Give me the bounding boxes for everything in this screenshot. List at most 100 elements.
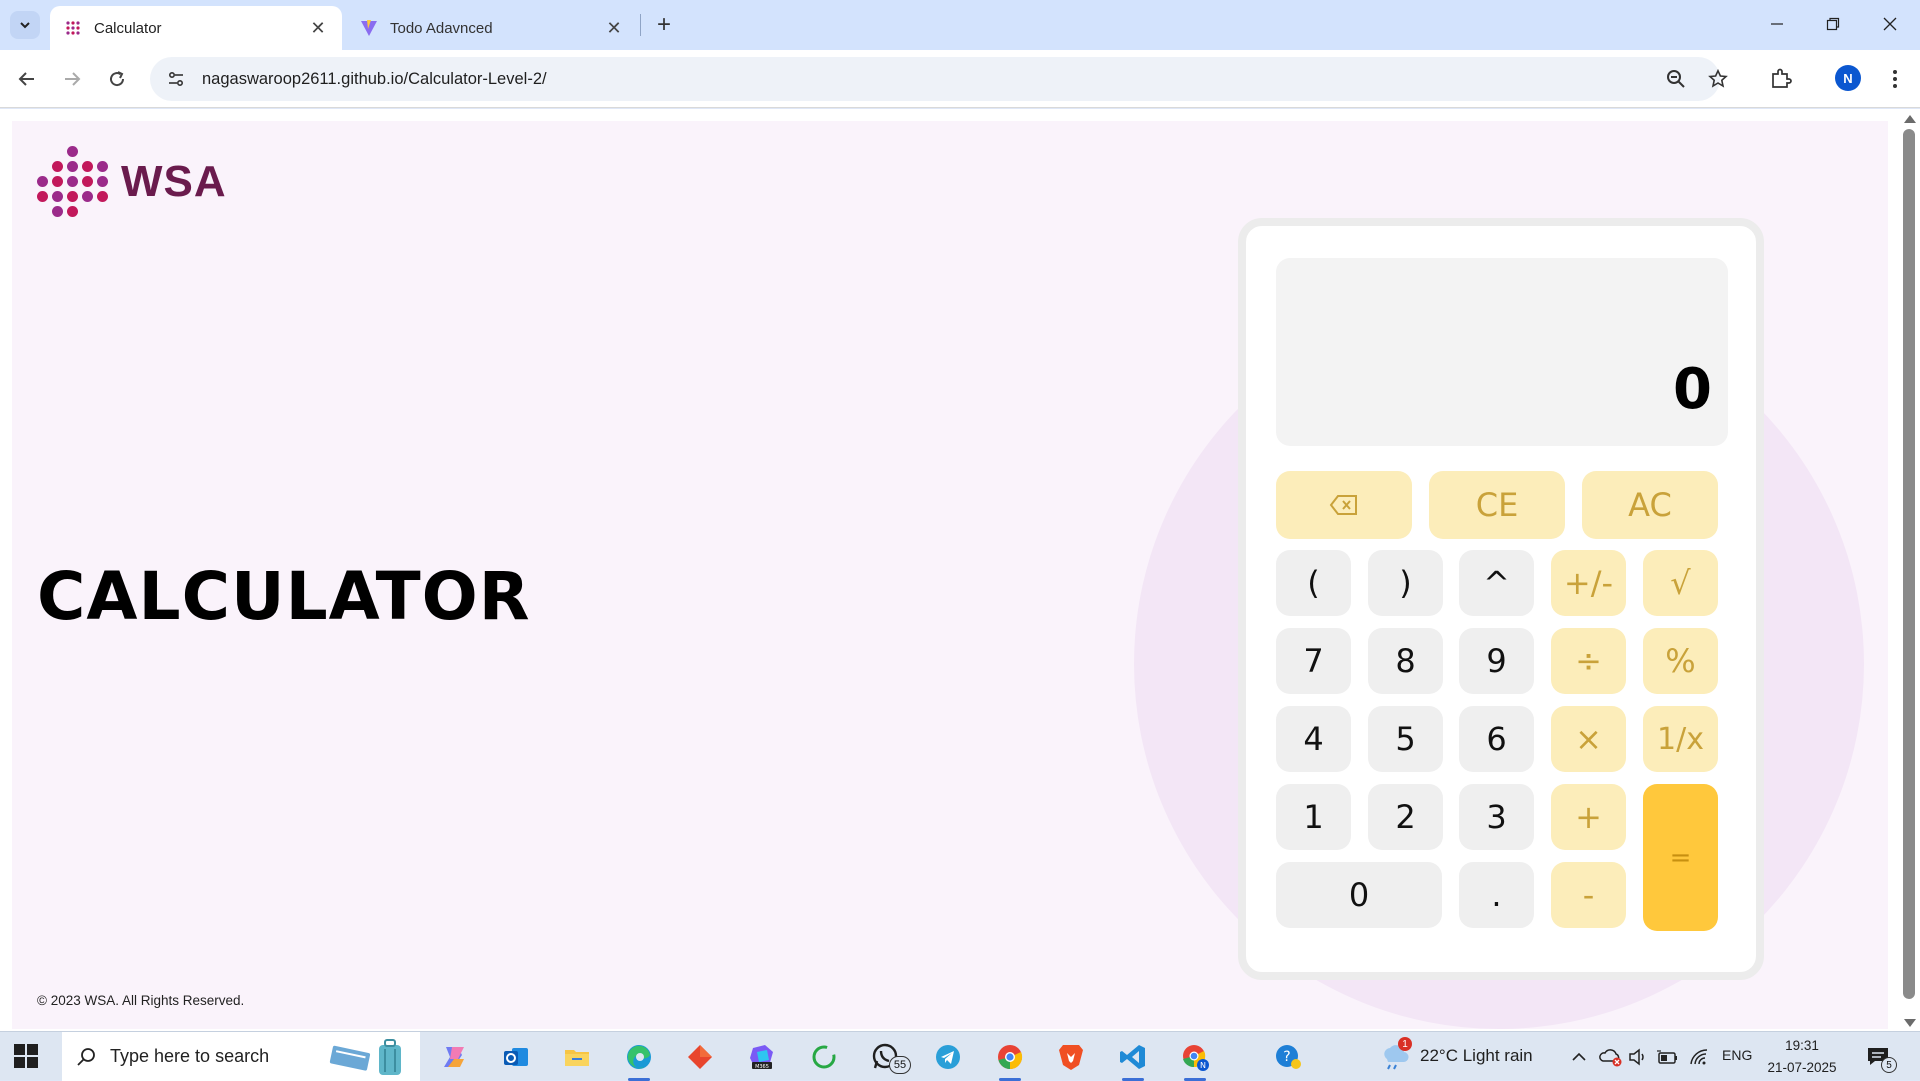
digit-7-button[interactable]: 7 bbox=[1276, 628, 1351, 694]
display-value: 0 bbox=[1673, 357, 1712, 422]
browser-toolbar: nagaswaroop2611.github.io/Calculator-Lev… bbox=[0, 50, 1920, 108]
wsa-dots-favicon bbox=[64, 19, 82, 37]
url-text[interactable]: nagaswaroop2611.github.io/Calculator-Lev… bbox=[202, 70, 547, 89]
tab-calculator[interactable]: Calculator ✕ bbox=[50, 6, 342, 50]
search-icon bbox=[77, 1047, 95, 1066]
vscode-app-icon[interactable] bbox=[1116, 1040, 1150, 1081]
clock-time: 19:31 bbox=[1785, 1038, 1819, 1053]
plus-button[interactable]: + bbox=[1551, 784, 1626, 850]
ac-button[interactable]: AC bbox=[1582, 471, 1718, 539]
digit-6-button[interactable]: 6 bbox=[1459, 706, 1534, 772]
red-diamond-app-icon[interactable] bbox=[683, 1040, 717, 1074]
minimize-button[interactable] bbox=[1757, 8, 1797, 40]
extensions-icon[interactable] bbox=[1765, 63, 1797, 95]
tab-todo[interactable]: Todo Adavnced ✕ bbox=[346, 6, 638, 50]
wsa-logo[interactable]: WSA bbox=[37, 146, 247, 218]
travel-luggage-icon bbox=[329, 1039, 401, 1075]
digit-5-button[interactable]: 5 bbox=[1368, 706, 1443, 772]
reciprocal-button[interactable]: 1/x bbox=[1643, 706, 1718, 772]
backspace-button[interactable] bbox=[1276, 471, 1412, 539]
scroll-thumb[interactable] bbox=[1903, 129, 1915, 999]
arrow-left-icon bbox=[18, 72, 34, 86]
digit-9-button[interactable]: 9 bbox=[1459, 628, 1534, 694]
new-tab-button[interactable]: + bbox=[650, 11, 678, 39]
back-button[interactable] bbox=[11, 63, 43, 95]
digit-1-button[interactable]: 1 bbox=[1276, 784, 1351, 850]
volume-icon[interactable] bbox=[1624, 1040, 1654, 1074]
copilot-app-icon[interactable] bbox=[437, 1040, 471, 1074]
scroll-up-arrow-icon[interactable] bbox=[1904, 115, 1916, 123]
digit-4-button[interactable]: 4 bbox=[1276, 706, 1351, 772]
wifi-icon[interactable] bbox=[1685, 1040, 1715, 1074]
digit-3-button[interactable]: 3 bbox=[1459, 784, 1534, 850]
language-indicator[interactable]: ENG bbox=[1722, 1047, 1752, 1063]
page-viewport: WSA CALCULATOR © 2023 WSA. All Rights Re… bbox=[0, 109, 1920, 1031]
search-placeholder: Type here to search bbox=[110, 1046, 270, 1066]
address-bar[interactable]: nagaswaroop2611.github.io/Calculator-Lev… bbox=[150, 57, 1728, 101]
digit-8-button[interactable]: 8 bbox=[1368, 628, 1443, 694]
taskbar-clock[interactable]: 19:31 21-07-2025 bbox=[1760, 1035, 1844, 1079]
digit-0-button[interactable]: 0 bbox=[1276, 862, 1442, 928]
close-icon[interactable]: ✕ bbox=[306, 16, 330, 40]
multiply-button[interactable]: × bbox=[1551, 706, 1626, 772]
power-button[interactable]: ^ bbox=[1459, 550, 1534, 616]
logo-text: WSA bbox=[121, 157, 227, 206]
windows-taskbar: Type here to search M365 55 N ? 1 22°C L… bbox=[0, 1031, 1920, 1081]
minus-button[interactable]: - bbox=[1551, 862, 1626, 928]
tab-search-button[interactable] bbox=[10, 11, 40, 39]
svg-text:?: ? bbox=[1283, 1049, 1290, 1065]
notification-center-icon[interactable]: 5 bbox=[1862, 1040, 1897, 1074]
logo-dots-icon bbox=[37, 146, 109, 218]
telegram-app-icon[interactable] bbox=[931, 1040, 965, 1074]
chrome-app-icon[interactable] bbox=[993, 1040, 1027, 1081]
battery-icon[interactable] bbox=[1653, 1040, 1683, 1074]
site-info-icon[interactable] bbox=[154, 57, 198, 101]
weather-text[interactable]: 22°C Light rain bbox=[1420, 1046, 1533, 1066]
scroll-down-arrow-icon[interactable] bbox=[1904, 1019, 1916, 1027]
bookmark-star-icon[interactable] bbox=[1700, 57, 1736, 101]
browser-tab-bar: Calculator ✕ Todo Adavnced ✕ + bbox=[0, 0, 1920, 50]
close-window-button[interactable] bbox=[1870, 8, 1910, 40]
right-paren-button[interactable]: ) bbox=[1368, 550, 1443, 616]
vertical-scrollbar[interactable] bbox=[1898, 109, 1920, 1031]
close-icon[interactable]: ✕ bbox=[602, 16, 626, 40]
divide-button[interactable]: ÷ bbox=[1551, 628, 1626, 694]
page-body: WSA CALCULATOR © 2023 WSA. All Rights Re… bbox=[12, 121, 1888, 1029]
green-ring-app-icon[interactable] bbox=[807, 1040, 841, 1074]
brave-app-icon[interactable] bbox=[1054, 1040, 1088, 1074]
svg-text:M365: M365 bbox=[755, 1064, 769, 1070]
weather-rain-icon[interactable]: 1 bbox=[1378, 1037, 1412, 1074]
footer-copyright: © 2023 WSA. All Rights Reserved. bbox=[37, 993, 245, 1008]
restore-button[interactable] bbox=[1813, 8, 1853, 40]
zoom-icon[interactable] bbox=[1658, 57, 1694, 101]
reload-icon bbox=[110, 71, 125, 87]
outlook-app-icon[interactable] bbox=[499, 1040, 533, 1074]
microsoft-365-app-icon[interactable]: M365 bbox=[745, 1040, 779, 1074]
chevron-down-icon bbox=[20, 22, 30, 29]
chevron-up-icon[interactable] bbox=[1564, 1040, 1594, 1074]
ce-button[interactable]: CE bbox=[1429, 471, 1565, 539]
clock-date: 21-07-2025 bbox=[1767, 1060, 1837, 1075]
taskbar-search-box[interactable]: Type here to search bbox=[62, 1032, 420, 1081]
forward-button[interactable] bbox=[56, 63, 88, 95]
backspace-icon bbox=[1329, 495, 1357, 515]
minimize-icon bbox=[1771, 23, 1783, 25]
windows-start-button[interactable] bbox=[14, 1044, 38, 1068]
help-app-icon[interactable]: ? bbox=[1271, 1040, 1305, 1074]
percent-button[interactable]: % bbox=[1643, 628, 1718, 694]
reload-button[interactable] bbox=[101, 63, 133, 95]
onedrive-offline-icon[interactable] bbox=[1596, 1040, 1626, 1074]
sqrt-button[interactable]: √ bbox=[1643, 550, 1718, 616]
file-explorer-app-icon[interactable] bbox=[560, 1040, 594, 1074]
left-paren-button[interactable]: ( bbox=[1276, 550, 1351, 616]
profile-avatar[interactable]: N bbox=[1835, 65, 1861, 91]
equals-button[interactable]: = bbox=[1643, 784, 1718, 931]
negate-button[interactable]: +/- bbox=[1551, 550, 1626, 616]
decimal-button[interactable]: . bbox=[1459, 862, 1534, 928]
edge-app-icon[interactable] bbox=[622, 1040, 656, 1081]
more-menu-icon[interactable] bbox=[1879, 63, 1911, 95]
vite-favicon bbox=[360, 19, 378, 37]
whatsapp-app-icon[interactable]: 55 bbox=[869, 1040, 911, 1074]
chrome-profile-app-icon[interactable]: N bbox=[1178, 1040, 1212, 1081]
digit-2-button[interactable]: 2 bbox=[1368, 784, 1443, 850]
